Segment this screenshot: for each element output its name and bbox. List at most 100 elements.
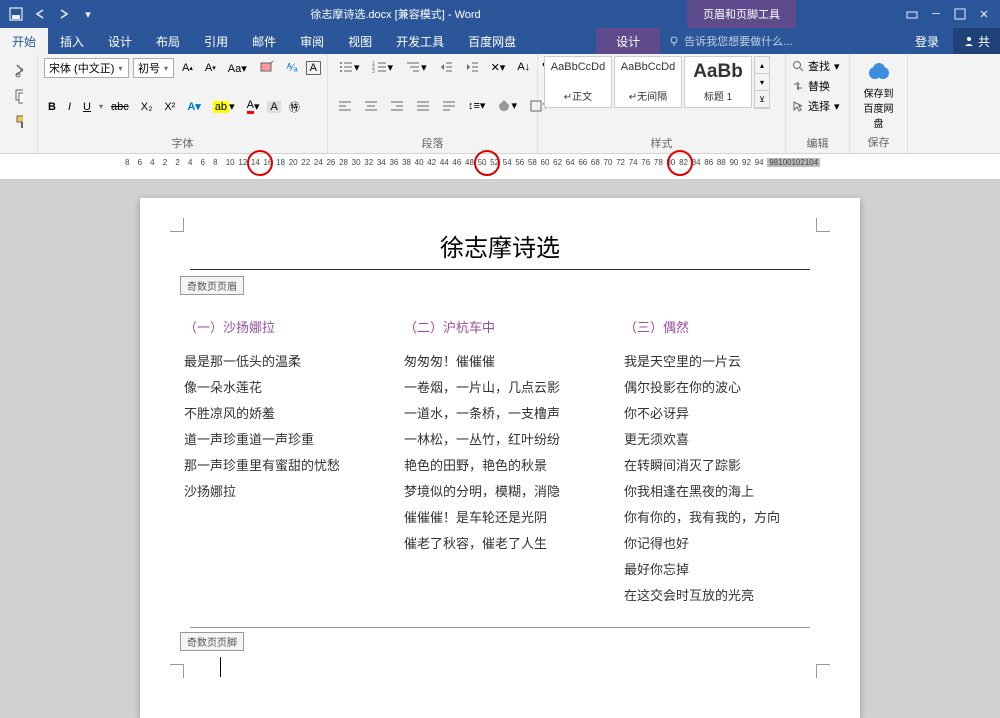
qat-more-icon[interactable]: ▾ bbox=[80, 6, 96, 22]
find-button[interactable]: 查找▾ bbox=[792, 56, 843, 76]
subscript-button[interactable]: X₂ bbox=[137, 99, 157, 115]
style-heading1[interactable]: AaBb 标题 1 bbox=[684, 56, 752, 108]
format-painter-icon[interactable] bbox=[10, 112, 27, 132]
align-center-icon[interactable] bbox=[360, 97, 382, 115]
font-color-icon[interactable]: A▾ bbox=[243, 97, 264, 116]
annotation-circle-1 bbox=[247, 150, 273, 176]
save-icon[interactable] bbox=[8, 6, 24, 22]
tab-layout[interactable]: 布局 bbox=[144, 28, 192, 54]
style-normal[interactable]: AaBbCcDd ↵正文 bbox=[544, 56, 612, 108]
line-spacing-icon[interactable]: ↕≡▾ bbox=[464, 97, 489, 114]
poem-line: 那一声珍重里有蜜甜的忧愁 bbox=[184, 453, 376, 479]
clear-format-icon[interactable] bbox=[255, 59, 279, 77]
select-icon bbox=[792, 100, 804, 112]
bullets-icon[interactable]: ▾ bbox=[334, 58, 364, 76]
font-name-combo[interactable]: 宋体 (中文正)▾ bbox=[44, 58, 129, 78]
lightbulb-icon bbox=[668, 35, 680, 47]
numbering-icon[interactable]: 123▾ bbox=[368, 58, 398, 76]
tab-baidu[interactable]: 百度网盘 bbox=[456, 28, 528, 54]
change-case-icon[interactable]: Aa▾ bbox=[224, 60, 251, 77]
italic-button[interactable]: I bbox=[64, 99, 75, 115]
copy-icon[interactable] bbox=[10, 86, 27, 106]
font-size-combo[interactable]: 初号▾ bbox=[133, 58, 174, 78]
editing-group-label: 编辑 bbox=[792, 133, 843, 151]
maximize-icon[interactable] bbox=[952, 6, 968, 22]
align-left-icon[interactable] bbox=[334, 97, 356, 115]
multilevel-list-icon[interactable]: ▾ bbox=[401, 58, 431, 76]
replace-button[interactable]: 替换 bbox=[792, 76, 843, 96]
column-title: （三）偶然 bbox=[624, 315, 816, 341]
grow-font-icon[interactable]: A▴ bbox=[178, 60, 197, 76]
horizontal-ruler[interactable]: 8642246810121416182022242628303234363840… bbox=[125, 158, 925, 176]
shading-icon[interactable]: ▾ bbox=[493, 97, 521, 115]
column-1[interactable]: （一）沙扬娜拉 最是那一低头的温柔像一朵水莲花不胜凉风的娇羞道一声珍重道一声珍重… bbox=[184, 315, 376, 609]
decrease-indent-icon[interactable] bbox=[435, 58, 457, 76]
save-cloud-group: 保存到百度网盘 保存 bbox=[850, 54, 908, 153]
char-border-icon[interactable]: A bbox=[306, 61, 321, 75]
underline-button[interactable]: U bbox=[79, 99, 95, 115]
svg-text:3: 3 bbox=[372, 69, 375, 74]
column-3[interactable]: （三）偶然 我是天空里的一片云偶尔投影在你的波心你不必讶异更无须欢喜在转瞬间消灭… bbox=[624, 315, 816, 609]
annotation-circle-3 bbox=[667, 150, 693, 176]
tab-developer[interactable]: 开发工具 bbox=[384, 28, 456, 54]
align-justify-icon[interactable] bbox=[412, 97, 434, 115]
superscript-button[interactable]: X² bbox=[160, 99, 179, 115]
highlight-icon[interactable]: ab▾ bbox=[209, 98, 239, 115]
bold-button[interactable]: B bbox=[44, 99, 60, 115]
poem-line: 你我相逢在黑夜的海上 bbox=[624, 479, 816, 505]
tab-header-footer-design[interactable]: 设计 bbox=[596, 28, 660, 54]
tab-references[interactable]: 引用 bbox=[192, 28, 240, 54]
share-button[interactable]: 共 bbox=[953, 28, 1000, 54]
tell-me-input[interactable]: 告诉我您想要做什么... bbox=[660, 28, 901, 54]
char-shading-icon[interactable]: A bbox=[267, 101, 280, 113]
style-no-spacing[interactable]: AaBbCcDd ↵无间隔 bbox=[614, 56, 682, 108]
document-area: 徐志摩诗选 奇数页页眉 （一）沙扬娜拉 最是那一低头的温柔像一朵水莲花不胜凉风的… bbox=[0, 180, 1000, 718]
close-icon[interactable]: ✕ bbox=[976, 6, 992, 22]
minimize-icon[interactable]: ─ bbox=[928, 6, 944, 22]
shrink-font-icon[interactable]: A▾ bbox=[201, 60, 220, 76]
style-up-icon[interactable]: ▴ bbox=[755, 57, 769, 74]
ribbon-options-icon[interactable] bbox=[904, 6, 920, 22]
tab-design[interactable]: 设计 bbox=[96, 28, 144, 54]
style-more-icon[interactable]: ⊻ bbox=[755, 91, 769, 108]
poem-line: 一卷烟，一片山，几点云影 bbox=[404, 375, 596, 401]
tab-mailings[interactable]: 邮件 bbox=[240, 28, 288, 54]
poem-line: 一林松，一丛竹，红叶纷纷 bbox=[404, 427, 596, 453]
save-baidu-button[interactable]: 保存到百度网盘 bbox=[856, 57, 901, 132]
undo-icon[interactable] bbox=[32, 6, 48, 22]
align-right-icon[interactable] bbox=[386, 97, 408, 115]
increase-indent-icon[interactable] bbox=[461, 58, 483, 76]
poem-line: 梦境似的分明，模糊，消隐 bbox=[404, 479, 596, 505]
poem-line: 你记得也好 bbox=[624, 531, 816, 557]
asian-layout-icon[interactable]: ✕▾ bbox=[487, 59, 510, 76]
style-down-icon[interactable]: ▾ bbox=[755, 74, 769, 91]
select-button[interactable]: 选择▾ bbox=[792, 96, 843, 116]
sort-icon[interactable]: A↓ bbox=[513, 59, 534, 75]
margin-corner-icon bbox=[816, 218, 830, 232]
document-title[interactable]: 徐志摩诗选 bbox=[190, 222, 810, 270]
poem-line: 像一朵水莲花 bbox=[184, 375, 376, 401]
login-button[interactable]: 登录 bbox=[901, 28, 953, 54]
text-effects-icon[interactable]: A▾ bbox=[183, 98, 204, 115]
tab-insert[interactable]: 插入 bbox=[48, 28, 96, 54]
page[interactable]: 徐志摩诗选 奇数页页眉 （一）沙扬娜拉 最是那一低头的温柔像一朵水莲花不胜凉风的… bbox=[140, 198, 860, 718]
enclose-char-icon[interactable]: ㊕ bbox=[285, 97, 304, 117]
column-2[interactable]: （二）沪杭车中 匆匆匆！催催催一卷烟，一片山，几点云影一道水，一条桥，一支橹声一… bbox=[404, 315, 596, 609]
tab-view[interactable]: 视图 bbox=[336, 28, 384, 54]
cloud-icon bbox=[865, 59, 893, 83]
ruler-area: 8642246810121416182022242628303234363840… bbox=[0, 154, 1000, 180]
style-gallery-scroll[interactable]: ▴ ▾ ⊻ bbox=[754, 56, 770, 109]
styles-group-label: 样式 bbox=[544, 133, 779, 151]
footer-tag: 奇数页页脚 bbox=[180, 632, 244, 651]
tab-start[interactable]: 开始 bbox=[0, 28, 48, 54]
poem-line: 你不必讶异 bbox=[624, 401, 816, 427]
columns-container: （一）沙扬娜拉 最是那一低头的温柔像一朵水莲花不胜凉风的娇羞道一声珍重道一声珍重… bbox=[180, 305, 820, 619]
editing-group: 查找▾ 替换 选择▾ 编辑 bbox=[786, 54, 850, 153]
distribute-icon[interactable] bbox=[438, 97, 460, 115]
strikethrough-button[interactable]: abc bbox=[107, 99, 133, 115]
phonetic-guide-icon[interactable]: ᴬ⁄ₐ bbox=[283, 60, 302, 76]
redo-icon[interactable] bbox=[56, 6, 72, 22]
column-title: （二）沪杭车中 bbox=[404, 315, 596, 341]
cut-icon[interactable] bbox=[10, 60, 27, 80]
tab-review[interactable]: 审阅 bbox=[288, 28, 336, 54]
